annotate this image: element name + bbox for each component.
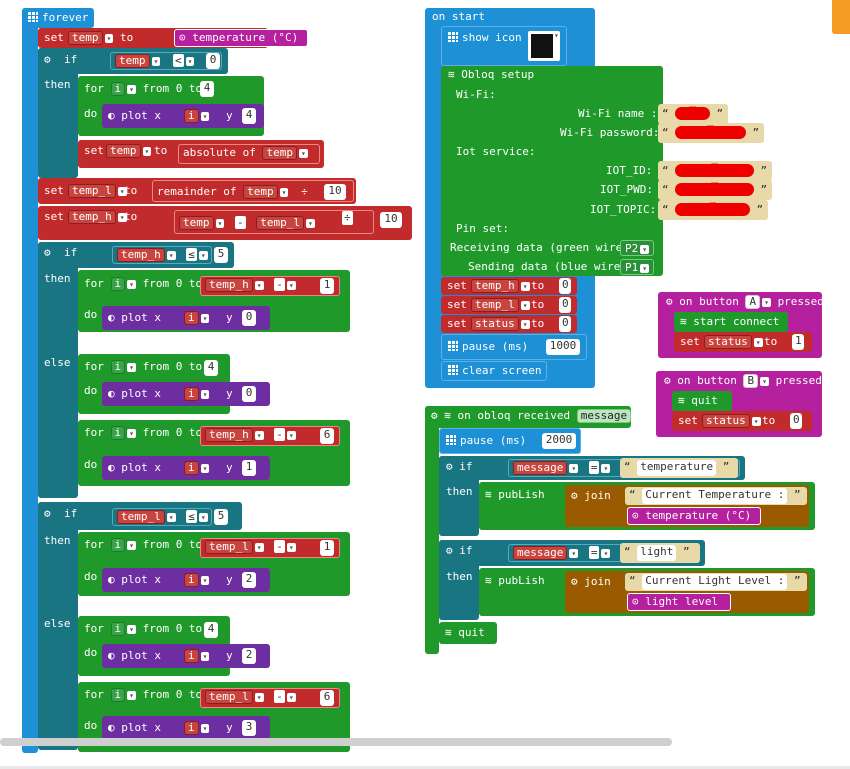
set-temp-h-zero[interactable]: set temp_h ▾ to 0	[441, 277, 577, 295]
pause-block[interactable]: pause (ms) 1000	[441, 334, 587, 360]
gear-icon[interactable]: ⚙	[446, 460, 459, 473]
publish-temp-block[interactable]: ≋ pubLish ⚙ join “ Current Temperature :…	[479, 482, 815, 530]
wifi-icon: ≋	[485, 488, 499, 501]
recv-pin-dropdown[interactable]: P2 ▾	[620, 240, 655, 256]
iot-pwd-field[interactable]: “ █ ”	[658, 180, 772, 200]
set-temp-l-block[interactable]: set temp_l ▾ to remainder of temp ▾ ÷ 10	[38, 178, 356, 204]
grid-icon	[448, 32, 458, 42]
set-status-one[interactable]: set status ▾ to 1	[674, 332, 812, 352]
set-temp-l-zero[interactable]: set temp_l ▾ to 0	[441, 296, 577, 314]
on-start-title: on start	[432, 10, 485, 23]
str-light[interactable]: “ light ”	[620, 543, 700, 563]
set-status-zero-b[interactable]: set status ▾ to 0	[672, 411, 812, 431]
temperature-sensor-2[interactable]: ⊙ temperature (°C)	[627, 507, 761, 525]
horizontal-scrollbar[interactable]	[0, 738, 672, 746]
plot-block-2[interactable]: ◐ plot x i ▾ y 0	[102, 306, 270, 330]
set-abs-block[interactable]: set temp ▾ to absolute of temp ▾	[78, 140, 324, 168]
pause-block-2[interactable]: pause (ms) 2000	[439, 428, 581, 454]
circle-icon: ⊙	[632, 595, 646, 608]
num-if1[interactable]: 0	[206, 53, 220, 69]
iot-id-field[interactable]: “ █ ”	[658, 161, 772, 181]
set-temp-h-block[interactable]: set temp_h ▾ to temp ▾ - temp_l ▾ ÷ 10	[38, 206, 412, 240]
gear-icon: ⚙	[431, 409, 445, 422]
toggle-icon: ◐	[108, 109, 122, 122]
received-header[interactable]: ⚙ ≋ on obloq received message	[425, 406, 632, 428]
circle-icon: ⊙	[632, 509, 646, 522]
plot-block-6[interactable]: ◐ plot x i ▾ y 2	[102, 644, 270, 668]
plot-block-3[interactable]: ◐ plot x i ▾ y 0	[102, 382, 270, 406]
set-temp-block[interactable]: set temp ▾ to ⊙ temperature (°C)	[38, 28, 308, 48]
plot-block-5[interactable]: ◐ plot x i ▾ y 2	[102, 568, 270, 592]
plot-block-4[interactable]: ◐ plot x i ▾ y 1	[102, 456, 270, 480]
str-temperature[interactable]: “ temperature ”	[620, 458, 738, 478]
gear-icon[interactable]: ⚙	[44, 53, 51, 67]
wifi-name-field[interactable]: “ █ ”	[658, 104, 728, 124]
wifi-icon: ≋	[444, 409, 458, 422]
plot-block-7[interactable]: ◐ plot x i ▾ y 3	[102, 716, 270, 740]
gear-icon: ⚙	[664, 374, 678, 387]
start-connect-block[interactable]: ≋ start connect	[674, 312, 788, 332]
wifi-password-field[interactable]: “ █ ”	[658, 123, 764, 143]
grid-icon	[28, 12, 38, 22]
clear-screen-block[interactable]: clear screen	[441, 361, 547, 381]
gear-icon: ⚙	[571, 489, 585, 502]
wifi-icon: ≋	[448, 68, 462, 81]
circle-icon: ⊙	[179, 31, 193, 44]
light-level-sensor[interactable]: ⊙ light level	[627, 593, 731, 611]
wifi-icon: ≋	[680, 315, 694, 328]
wifi-icon: ≋	[485, 574, 499, 587]
gear-icon[interactable]: ⚙	[44, 507, 51, 521]
grid-icon	[448, 365, 458, 375]
show-icon-block[interactable]: show icon ▾	[441, 26, 567, 66]
gear-icon[interactable]: ⚙	[446, 544, 459, 557]
forever-header[interactable]: forever	[22, 8, 94, 28]
var-temp[interactable]: temp ▾	[68, 31, 114, 45]
num-for1[interactable]: 4	[200, 81, 214, 97]
wifi-icon: ≋	[678, 394, 692, 407]
set-status-zero[interactable]: set status ▾ to 0	[441, 315, 577, 333]
gear-icon: ⚙	[666, 295, 680, 308]
quit-block-received[interactable]: ≋ quit	[439, 622, 497, 644]
forever-block[interactable]	[22, 8, 38, 753]
temperature-sensor[interactable]: ⊙ temperature (°C)	[174, 29, 308, 47]
quit-block-b[interactable]: ≋ quit	[672, 391, 732, 411]
iot-topic-field[interactable]: “ █ ”	[658, 200, 768, 220]
send-pin-dropdown[interactable]: P1 ▾	[620, 259, 655, 275]
on-obloq-received-block[interactable]	[425, 406, 439, 654]
grid-icon	[446, 435, 456, 445]
orange-corner-tab[interactable]	[832, 0, 850, 34]
gear-icon[interactable]: ⚙	[44, 246, 51, 260]
wifi-icon: ≋	[445, 626, 459, 639]
gear-icon: ⚙	[571, 575, 585, 588]
publish-light-block[interactable]: ≋ pubLish ⚙ join “ Current Light Level :…	[479, 568, 815, 616]
grid-icon	[448, 341, 458, 351]
led-icon-picker[interactable]: ▾	[528, 31, 560, 61]
plot-block-1[interactable]: ◐ plot x i ▾ y 4	[102, 104, 264, 128]
